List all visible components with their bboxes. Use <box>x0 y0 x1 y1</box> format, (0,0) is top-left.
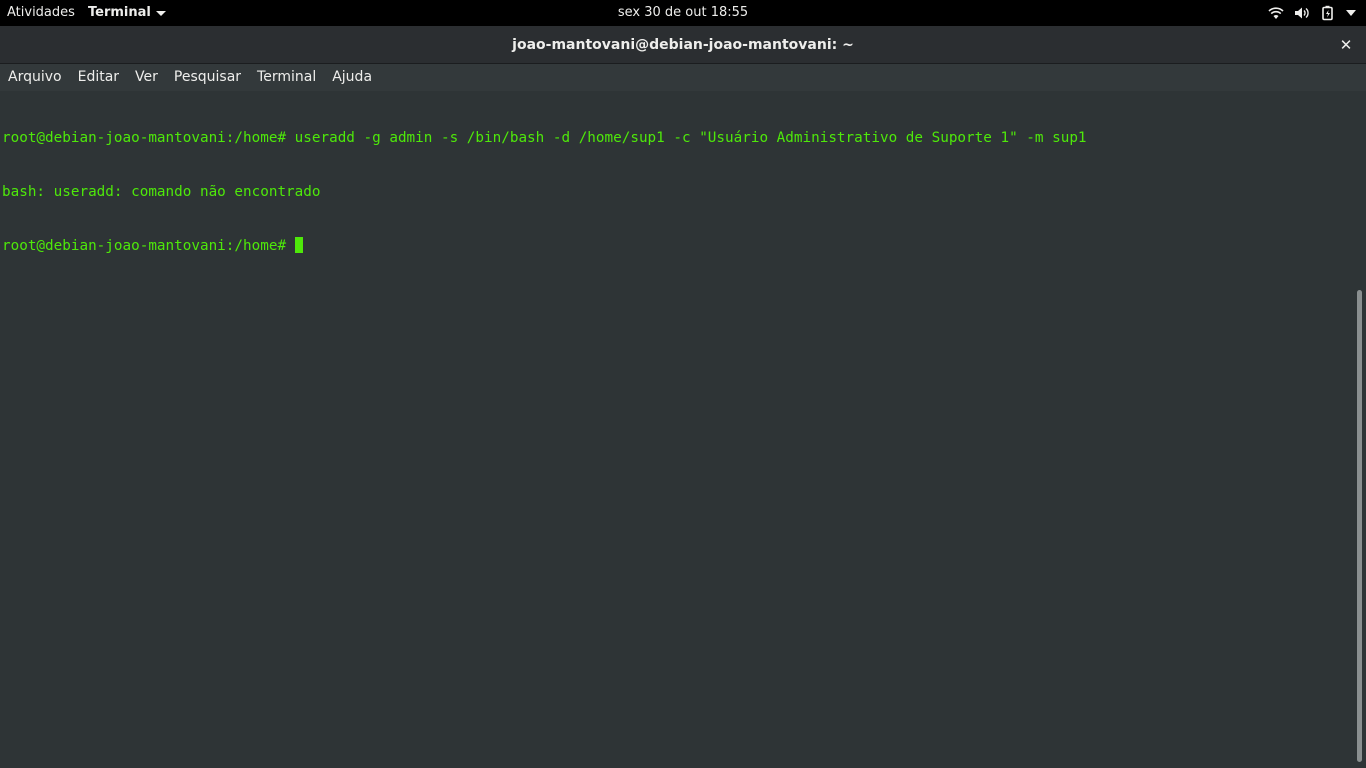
terminal-output: root@debian-joao-mantovani:/home# userad… <box>2 93 1087 291</box>
menu-terminal[interactable]: Terminal <box>249 64 324 91</box>
window-title: joao-mantovani@debian-joao-mantovani: ~ <box>512 37 854 53</box>
system-tray[interactable] <box>1268 4 1356 22</box>
app-menu-button[interactable]: Terminal <box>88 5 166 21</box>
menu-bar: Arquivo Editar Ver Pesquisar Terminal Aj… <box>0 64 1366 91</box>
volume-icon <box>1294 6 1310 20</box>
menu-arquivo[interactable]: Arquivo <box>0 64 70 91</box>
menu-ver[interactable]: Ver <box>127 64 166 91</box>
terminal-area[interactable]: root@debian-joao-mantovani:/home# userad… <box>0 91 1366 768</box>
menu-editar[interactable]: Editar <box>70 64 127 91</box>
app-menu-label: Terminal <box>88 5 151 20</box>
terminal-line-command: root@debian-joao-mantovani:/home# userad… <box>2 130 1087 146</box>
menu-pesquisar[interactable]: Pesquisar <box>166 64 249 91</box>
menu-ajuda[interactable]: Ajuda <box>324 64 380 91</box>
text-cursor <box>294 237 303 253</box>
activities-button[interactable]: Atividades <box>7 5 75 21</box>
battery-icon <box>1320 5 1336 21</box>
system-menu-caret-icon <box>1346 10 1356 16</box>
window-titlebar[interactable]: joao-mantovani@debian-joao-mantovani: ~ … <box>0 26 1366 64</box>
chevron-down-icon <box>155 10 166 16</box>
top-bar: Atividades Terminal sex 30 de out 18:55 <box>0 0 1366 26</box>
wifi-icon <box>1268 6 1284 20</box>
clock-container: sex 30 de out 18:55 <box>0 5 1366 21</box>
terminal-line-prompt[interactable]: root@debian-joao-mantovani:/home# <box>2 237 1087 255</box>
prompt-text: root@debian-joao-mantovani:/home# <box>2 238 295 254</box>
clock-button[interactable]: sex 30 de out 18:55 <box>618 5 748 20</box>
scrollbar-thumb[interactable] <box>1357 290 1362 762</box>
close-icon[interactable]: ✕ <box>1336 35 1356 55</box>
terminal-line-error: bash: useradd: comando não encontrado <box>2 184 321 200</box>
